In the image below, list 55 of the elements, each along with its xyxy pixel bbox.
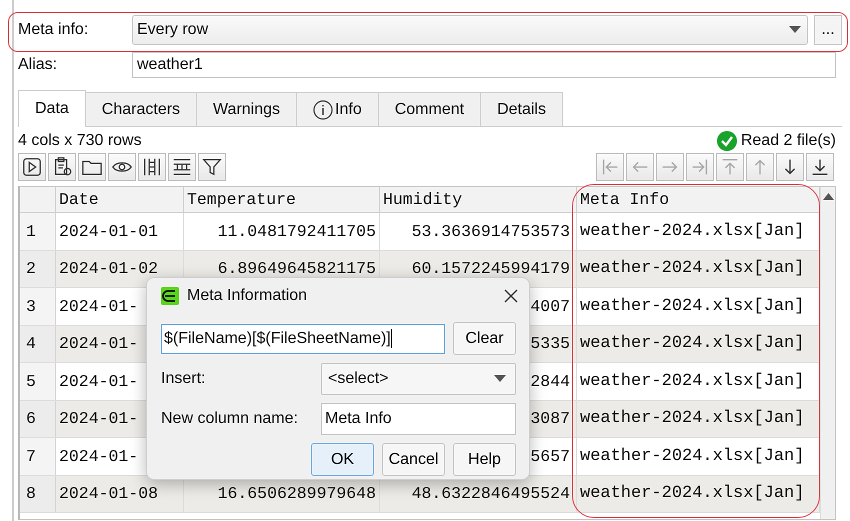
app-logo-icon [161,287,179,305]
toolbar-button[interactable] [18,153,46,181]
clear-button[interactable]: Clear [453,322,516,355]
row-number: 2 [20,250,56,287]
alias-field[interactable]: weather1 [132,52,836,78]
row-number: 4 [20,326,56,362]
dialog-button[interactable]: OK [311,443,374,476]
columns-icon [141,156,163,178]
dialog-button[interactable]: Help [453,443,516,476]
up-arrow-icon [822,193,834,200]
toolbar-button[interactable] [168,153,196,181]
tab[interactable]: Details [480,92,563,126]
field-label: Alias: [18,56,58,74]
scrollbar[interactable] [820,187,835,519]
row-number: 5 [20,363,56,400]
field-label: Meta info: [18,21,90,39]
toolbar-button[interactable] [138,153,166,181]
close-icon[interactable] [504,289,518,303]
column-header[interactable]: Humidity [380,187,577,212]
table-cell: 2024-01-01 [56,213,184,250]
row-number: 6 [20,400,56,437]
column-name-field[interactable]: Meta Info [321,403,516,435]
tab[interactable]: Info [296,92,379,126]
tab[interactable]: Comment [378,92,482,126]
toolbar-button[interactable] [776,153,804,181]
status-text: Read 2 file(s) [740,132,836,150]
row-number: 1 [20,213,56,250]
toolbar-button[interactable] [48,153,76,181]
tab[interactable]: Data [18,90,86,127]
toolbar-button[interactable] [108,153,136,181]
dropdown[interactable]: Every row [132,15,808,45]
dialog-title: Meta Information [187,287,308,305]
table-cell: 11.0481792411705 [184,213,380,250]
tab[interactable]: Warnings [196,92,298,126]
toolbar-button[interactable] [78,153,106,181]
row-count: 4 cols x 730 rows [18,132,142,150]
caret-icon [789,26,801,34]
table-cell: 53.3636914753573 [380,213,577,250]
column-header[interactable]: Date [56,187,184,212]
rows-icon [171,156,193,178]
tab[interactable]: Characters [84,92,198,126]
row-number: 7 [20,438,56,474]
row-number: 3 [20,288,56,324]
toolbar-button[interactable] [198,153,226,181]
filter-icon [201,156,223,178]
caret-icon [494,375,506,383]
more-button[interactable]: ... [814,15,842,45]
row-number: 8 [20,476,56,512]
run-icon [21,156,43,178]
toolbar-button[interactable] [806,153,834,181]
dialog-button[interactable]: Cancel [382,443,445,476]
expression-field[interactable]: $(FileName)[$(FileSheetName)] [161,324,445,354]
info-icon [313,100,334,120]
insert-dropdown[interactable]: <select> [321,363,516,395]
column-header[interactable]: Temperature [184,187,380,212]
